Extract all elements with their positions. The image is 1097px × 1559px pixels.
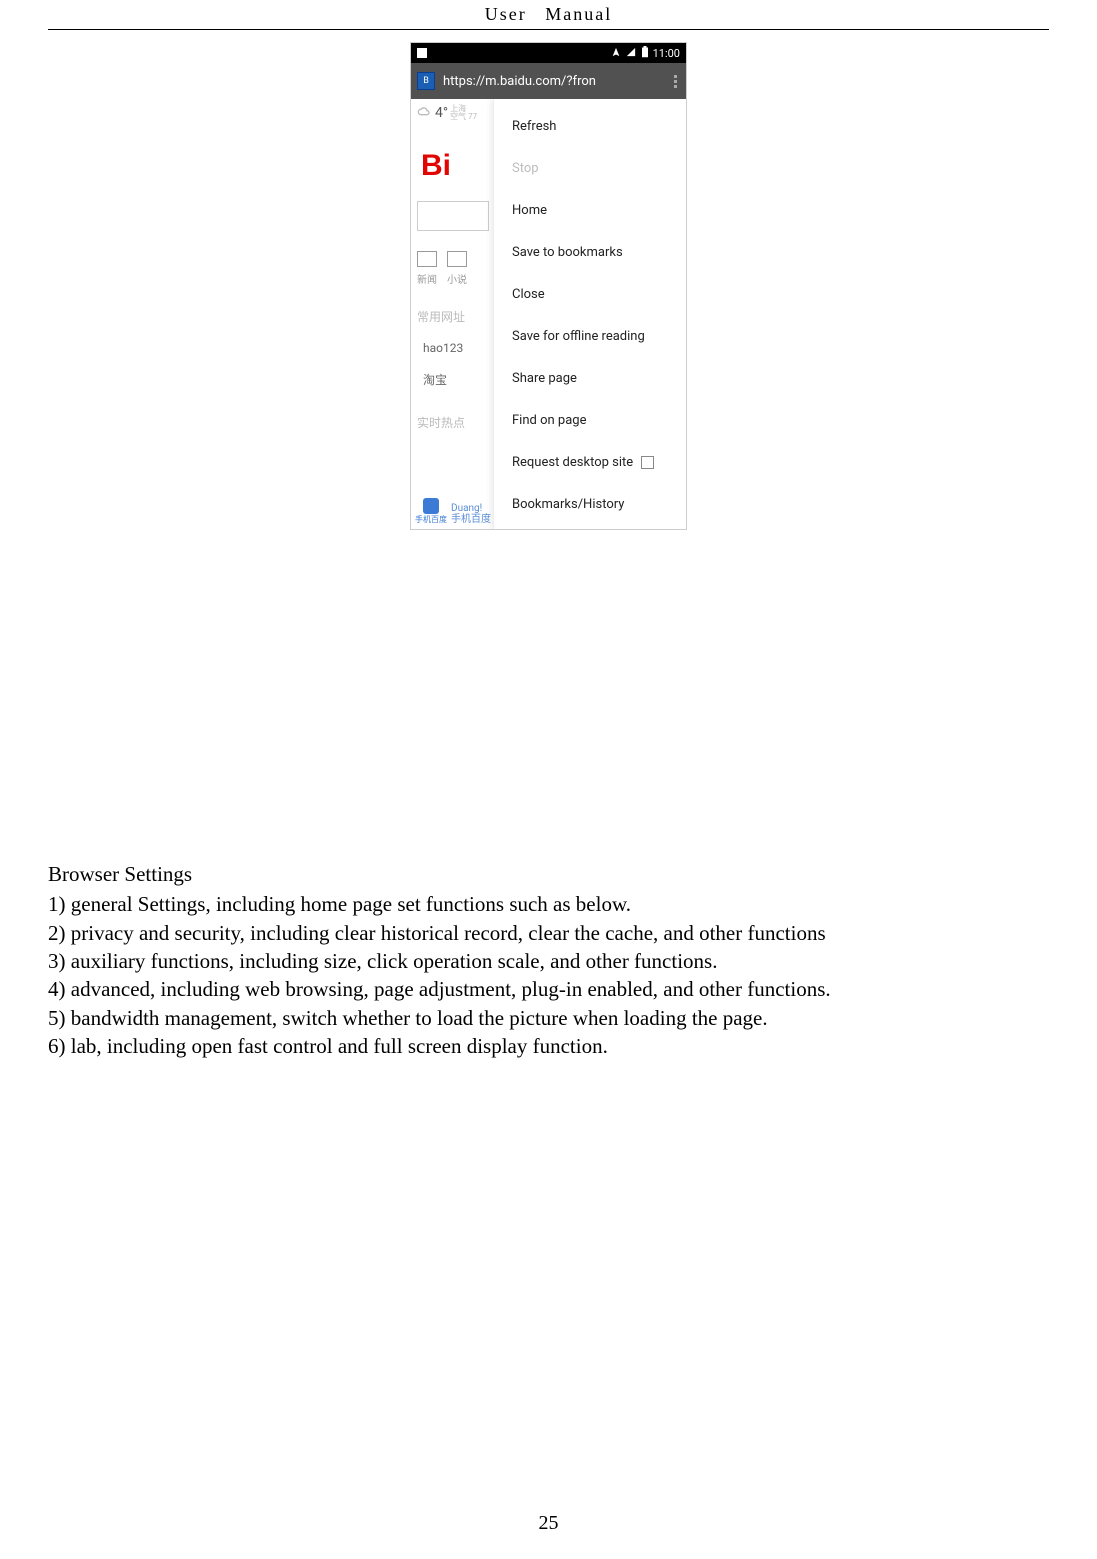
- menu-save-offline-label: Save for offline reading: [512, 329, 645, 344]
- doc-header: User Manual: [48, 0, 1049, 30]
- settings-item-4: 4) advanced, including web browsing, pag…: [48, 975, 1049, 1003]
- baidu-app-label: 手机百度: [415, 514, 447, 525]
- desktop-site-checkbox[interactable]: [641, 456, 654, 469]
- menu-find-label: Find on page: [512, 413, 586, 428]
- menu-stop: Stop: [494, 147, 686, 189]
- settings-item-2: 2) privacy and security, including clear…: [48, 919, 1049, 947]
- promo-line2: 手机百度: [451, 514, 491, 525]
- settings-item-5: 5) bandwidth management, switch whether …: [48, 1004, 1049, 1032]
- baidu-paw-icon: [423, 498, 439, 514]
- search-input[interactable]: [417, 201, 489, 231]
- menu-close[interactable]: Close: [494, 273, 686, 315]
- notification-icon: [417, 48, 427, 58]
- overflow-menu-icon[interactable]: [668, 71, 680, 92]
- status-time: 11:00: [653, 47, 680, 60]
- book-icon: [447, 251, 467, 267]
- url-text[interactable]: https://m.baidu.com/?fron: [443, 74, 660, 89]
- menu-home[interactable]: Home: [494, 189, 686, 231]
- section-common-sites: 常用网址: [417, 308, 487, 325]
- baidu-logo-fragment: Bi: [421, 149, 487, 183]
- browser-page-background: 4° 上海 空气 77 Bi 新闻: [411, 99, 493, 529]
- tab-news-label: 新闻: [417, 271, 437, 286]
- cloud-icon: [417, 106, 433, 121]
- status-bar: 11:00: [411, 43, 686, 63]
- settings-item-3: 3) auxiliary functions, including size, …: [48, 947, 1049, 975]
- signal-icon: [625, 47, 637, 60]
- doc-header-word2: Manual: [545, 4, 612, 24]
- address-bar[interactable]: B https://m.baidu.com/?fron: [411, 63, 686, 99]
- menu-find[interactable]: Find on page: [494, 399, 686, 441]
- weather-temp: 4°: [435, 105, 448, 121]
- menu-desktop-site-label: Request desktop site: [512, 455, 633, 470]
- body-text: Browser Settings 1) general Settings, in…: [48, 860, 1049, 1060]
- phone-screenshot: 11:00 B https://m.baidu.com/?fron 4°: [410, 42, 687, 530]
- link-taobao[interactable]: 淘宝: [417, 371, 487, 388]
- battery-icon: [641, 46, 649, 61]
- menu-home-label: Home: [512, 203, 547, 218]
- news-icon: [417, 251, 437, 267]
- tab-novel[interactable]: 小说: [447, 251, 467, 286]
- menu-close-label: Close: [512, 287, 545, 302]
- settings-heading: Browser Settings: [48, 860, 1049, 888]
- menu-bookmarks-history-label: Bookmarks/History: [512, 497, 624, 512]
- site-favicon-icon: B: [417, 72, 435, 90]
- settings-item-6: 6) lab, including open fast control and …: [48, 1032, 1049, 1060]
- menu-save-offline[interactable]: Save for offline reading: [494, 315, 686, 357]
- menu-stop-label: Stop: [512, 161, 539, 176]
- footer-badge[interactable]: 手机百度 Duang! 手机百度: [415, 498, 491, 525]
- menu-refresh-label: Refresh: [512, 119, 556, 134]
- doc-header-word1: User: [485, 4, 527, 24]
- section-hot: 实时热点: [417, 414, 487, 431]
- promo-line1: Duang!: [451, 503, 491, 514]
- weather-aqi: 空气 77: [450, 113, 477, 121]
- menu-desktop-site[interactable]: Request desktop site: [494, 441, 686, 483]
- menu-refresh[interactable]: Refresh: [494, 105, 686, 147]
- weather-widget[interactable]: 4° 上海 空气 77: [417, 105, 487, 121]
- settings-item-1: 1) general Settings, including home page…: [48, 890, 1049, 918]
- tab-novel-label: 小说: [447, 271, 467, 286]
- location-icon: [611, 47, 621, 60]
- browser-overflow-menu: Refresh Stop Home Save to bookmarks Clos…: [493, 99, 686, 529]
- menu-save-bookmarks-label: Save to bookmarks: [512, 245, 623, 260]
- menu-save-bookmarks[interactable]: Save to bookmarks: [494, 231, 686, 273]
- menu-bookmarks-history[interactable]: Bookmarks/History: [494, 483, 686, 525]
- page-number: 25: [0, 1512, 1097, 1535]
- link-hao123[interactable]: hao123: [417, 341, 487, 355]
- menu-share-label: Share page: [512, 371, 577, 386]
- tab-news[interactable]: 新闻: [417, 251, 437, 286]
- menu-share[interactable]: Share page: [494, 357, 686, 399]
